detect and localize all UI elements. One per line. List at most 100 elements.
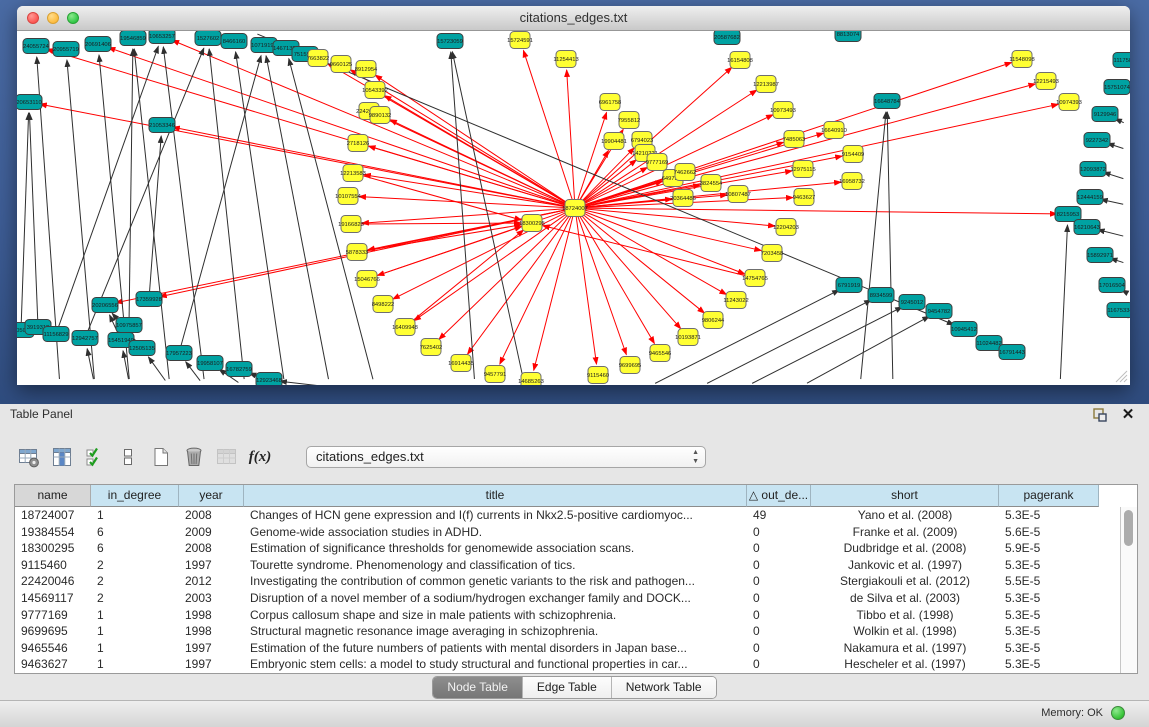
cell-in-degree[interactable]: 6 (91, 540, 179, 557)
cell-short[interactable]: Jankovic et al. (1997) (811, 557, 999, 574)
cell-out-de-[interactable]: 0 (747, 607, 811, 624)
cell-short[interactable]: Franke et al. (2009) (811, 524, 999, 541)
cell-year[interactable]: 2003 (179, 590, 244, 607)
cell-short[interactable]: Nakamura et al. (1997) (811, 640, 999, 657)
cell-out-de-[interactable]: 49 (747, 507, 811, 524)
table-row[interactable]: 1938455462009Genome-wide association stu… (15, 524, 1121, 541)
cell-title[interactable]: Estimation of significance thresholds fo… (244, 540, 747, 557)
cell-out-de-[interactable]: 0 (747, 524, 811, 541)
cell-title[interactable]: Tourette syndrome. Phenomenology and cla… (244, 557, 747, 574)
window-resize-grip[interactable] (1114, 369, 1128, 383)
cell-year[interactable]: 1997 (179, 640, 244, 657)
table-row[interactable]: 946554611997Estimation of the future num… (15, 640, 1121, 657)
cell-title[interactable]: Genome-wide association studies in ADHD. (244, 524, 747, 541)
tab-network-table[interactable]: Network Table (611, 677, 716, 698)
cell-year[interactable]: 1998 (179, 607, 244, 624)
cell-name[interactable]: 9463627 (15, 656, 91, 673)
cell-short[interactable]: Wolkin et al. (1998) (811, 623, 999, 640)
cell-pagerank[interactable]: 5.9E-5 (999, 540, 1099, 557)
row-cells-button[interactable] (113, 443, 143, 471)
cell-pagerank[interactable]: 5.3E-5 (999, 507, 1099, 524)
table-settings-button[interactable] (14, 443, 44, 471)
cell-title[interactable]: Estimation of the future numbers of pati… (244, 640, 747, 657)
cell-year[interactable]: 1997 (179, 656, 244, 673)
column-header-name[interactable]: name (15, 485, 91, 507)
cell-out-de-[interactable]: 0 (747, 573, 811, 590)
create-column-button[interactable] (146, 443, 176, 471)
tab-edge-table[interactable]: Edge Table (522, 677, 611, 698)
select-columns-button[interactable] (80, 443, 110, 471)
column-header-year[interactable]: year (179, 485, 244, 507)
cell-in-degree[interactable]: 1 (91, 507, 179, 524)
cell-name[interactable]: 9465546 (15, 640, 91, 657)
table-row[interactable]: 1872400712008Changes of HCN gene express… (15, 507, 1121, 524)
column-header-pagerank[interactable]: pagerank (999, 485, 1099, 507)
cell-name[interactable]: 19384554 (15, 524, 91, 541)
cell-out-de-[interactable]: 0 (747, 557, 811, 574)
cell-year[interactable]: 2008 (179, 507, 244, 524)
cell-short[interactable]: de Silva et al. (2003) (811, 590, 999, 607)
column-header-short[interactable]: short (811, 485, 999, 507)
cell-in-degree[interactable]: 2 (91, 590, 179, 607)
table-row[interactable]: 1830029562008Estimation of significance … (15, 540, 1121, 557)
cell-in-degree[interactable]: 2 (91, 557, 179, 574)
cell-name[interactable]: 14569117 (15, 590, 91, 607)
network-canvas[interactable]: 1872400718300295240557242095571920691406… (17, 31, 1130, 385)
cell-out-de-[interactable]: 0 (747, 540, 811, 557)
cell-year[interactable]: 2008 (179, 540, 244, 557)
cell-in-degree[interactable]: 1 (91, 607, 179, 624)
cell-out-de-[interactable]: 0 (747, 590, 811, 607)
cell-in-degree[interactable]: 1 (91, 656, 179, 673)
cell-short[interactable]: Stergiakouli et al. (2012) (811, 573, 999, 590)
cell-pagerank[interactable]: 5.3E-5 (999, 590, 1099, 607)
table-row[interactable]: 977716911998Corpus callosum shape and si… (15, 607, 1121, 624)
cell-pagerank[interactable]: 5.5E-5 (999, 573, 1099, 590)
cell-in-degree[interactable]: 1 (91, 640, 179, 657)
cell-name[interactable]: 9115460 (15, 557, 91, 574)
float-panel-button[interactable] (1091, 406, 1109, 424)
cell-year[interactable]: 2009 (179, 524, 244, 541)
table-vertical-scrollbar[interactable] (1120, 507, 1137, 673)
table-row[interactable]: 969969511998Structural magnetic resonanc… (15, 623, 1121, 640)
cell-title[interactable]: Changes of HCN gene expression and I(f) … (244, 507, 747, 524)
show-columns-button[interactable] (47, 443, 77, 471)
cell-title[interactable]: Disruption of a novel member of a sodium… (244, 590, 747, 607)
cell-title[interactable]: Embryonic stem cells: a model to study s… (244, 656, 747, 673)
cell-pagerank[interactable]: 5.3E-5 (999, 557, 1099, 574)
cell-name[interactable]: 9777169 (15, 607, 91, 624)
cell-title[interactable]: Corpus callosum shape and size in male p… (244, 607, 747, 624)
cell-name[interactable]: 9699695 (15, 623, 91, 640)
cell-title[interactable]: Investigating the contribution of common… (244, 573, 747, 590)
cell-short[interactable]: Yano et al. (2008) (811, 507, 999, 524)
cell-year[interactable]: 1998 (179, 623, 244, 640)
cell-out-de-[interactable]: 0 (747, 656, 811, 673)
tab-node-table[interactable]: Node Table (433, 677, 522, 698)
cell-pagerank[interactable]: 5.6E-5 (999, 524, 1099, 541)
column-header-title[interactable]: title (244, 485, 747, 507)
table-selector-dropdown[interactable]: citations_edges.txt ▲▼ (306, 446, 706, 468)
cell-pagerank[interactable]: 5.3E-5 (999, 640, 1099, 657)
cell-in-degree[interactable]: 6 (91, 524, 179, 541)
table-row[interactable]: 946362711997Embryonic stem cells: a mode… (15, 656, 1121, 673)
cell-pagerank[interactable]: 5.3E-5 (999, 607, 1099, 624)
cell-name[interactable]: 18724007 (15, 507, 91, 524)
cell-short[interactable]: Hescheler et al. (1997) (811, 656, 999, 673)
import-table-button[interactable] (212, 443, 242, 471)
window-titlebar[interactable]: citations_edges.txt (17, 6, 1130, 31)
cell-year[interactable]: 2012 (179, 573, 244, 590)
cell-pagerank[interactable]: 5.3E-5 (999, 623, 1099, 640)
table-row[interactable]: 1456911722003Disruption of a novel membe… (15, 590, 1121, 607)
table-row[interactable]: 911546021997Tourette syndrome. Phenomeno… (15, 557, 1121, 574)
table-row[interactable]: 2242004622012Investigating the contribut… (15, 573, 1121, 590)
cell-out-de-[interactable]: 0 (747, 623, 811, 640)
close-panel-button[interactable]: ✕ (1119, 406, 1137, 424)
cell-short[interactable]: Tibbo et al. (1998) (811, 607, 999, 624)
cell-year[interactable]: 1997 (179, 557, 244, 574)
cell-name[interactable]: 22420046 (15, 573, 91, 590)
column-header-in-degree[interactable]: in_degree (91, 485, 179, 507)
function-builder-button[interactable]: f(x) (245, 443, 275, 471)
cell-out-de-[interactable]: 0 (747, 640, 811, 657)
cell-name[interactable]: 18300295 (15, 540, 91, 557)
delete-column-button[interactable] (179, 443, 209, 471)
cell-short[interactable]: Dudbridge et al. (2008) (811, 540, 999, 557)
